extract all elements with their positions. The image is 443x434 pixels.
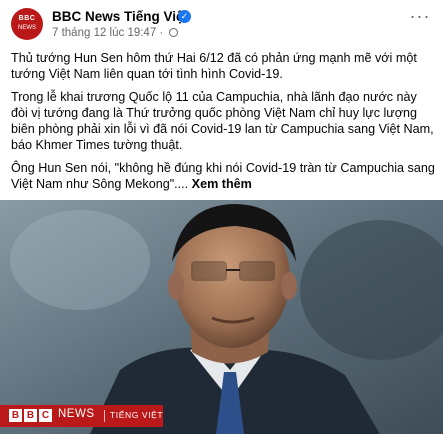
post-header: BBC NEWS BBC News Tiếng Việt ✓ 7 tháng 1… [0, 0, 443, 44]
bbc-logo-letter-c: C [39, 409, 52, 422]
portrait-photo [0, 200, 443, 434]
see-more-link[interactable]: Xem thêm [188, 177, 252, 191]
bbc-logo-letter-b2: B [24, 409, 37, 422]
bbc-logo-tieng-viet: TIẾNG VIỆT [110, 410, 164, 420]
page-avatar[interactable]: BBC NEWS [11, 8, 43, 40]
post-paragraph-2: Trong lễ khai trương Quốc lộ 11 của Camp… [11, 90, 434, 152]
bbc-logo-news: NEWS [58, 408, 95, 420]
facebook-post: BBC NEWS BBC News Tiếng Việt ✓ 7 tháng 1… [0, 0, 443, 434]
avatar-bbc-text: BBC [18, 15, 36, 22]
page-name-link[interactable]: BBC News Tiếng Việt [52, 9, 188, 24]
more-options-button[interactable]: ··· [406, 7, 434, 28]
post-image[interactable] [0, 200, 443, 434]
bbc-logo-divider [104, 410, 105, 422]
verified-badge-icon: ✓ [178, 10, 191, 23]
post-meta: 7 tháng 12 lúc 19:47 · [52, 27, 179, 39]
bbc-logo-letter-b1: B [9, 409, 22, 422]
post-text: Thủ tướng Hun Sen hôm thứ Hai 6/12 đã có… [11, 50, 437, 199]
dot-separator: · [156, 27, 167, 39]
avatar-news-text: NEWS [18, 25, 36, 31]
globe-icon [169, 28, 179, 37]
post-paragraph-1: Thủ tướng Hun Sen hôm thứ Hai 6/12 đã có… [11, 51, 417, 81]
post-timestamp[interactable]: 7 tháng 12 lúc 19:47 [52, 27, 156, 39]
post-paragraph-3: Ông Hun Sen nói, "không hề đúng khi nói … [11, 160, 437, 192]
